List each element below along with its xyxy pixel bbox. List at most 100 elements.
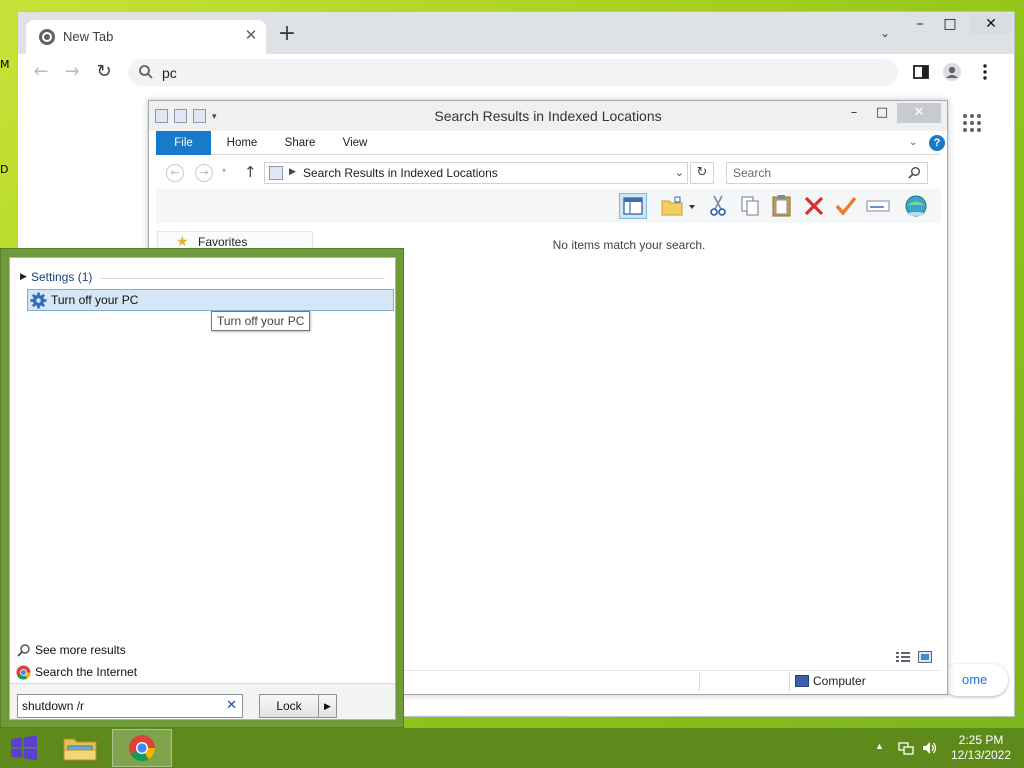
- ribbon-tab-view[interactable]: View: [332, 131, 378, 155]
- expand-arrow-icon: ▶: [20, 271, 27, 281]
- explorer-search-input[interactable]: [733, 165, 903, 181]
- recent-locations-icon[interactable]: ▾: [222, 166, 226, 175]
- customize-chrome-label: ome: [962, 672, 988, 687]
- flyout-footer: ✕ Lock ▶: [10, 683, 395, 719]
- network-button[interactable]: [902, 193, 930, 219]
- start-button[interactable]: [0, 728, 48, 768]
- globe-icon: [905, 195, 927, 217]
- empty-results-message: No items match your search.: [552, 238, 706, 252]
- search-icon: [17, 644, 30, 657]
- address-row: ← → ▾ ↑ ▶ Search Results in Indexed Loca…: [156, 159, 941, 187]
- chrome-toolbar: ← → ↻: [18, 54, 1014, 90]
- power-split-button[interactable]: Lock ▶: [259, 694, 337, 718]
- omnibox[interactable]: [128, 59, 898, 86]
- desktop-edge-fragment: M: [0, 58, 10, 71]
- explorer-maximize-button[interactable]: □: [869, 103, 895, 123]
- ribbon-expand-icon[interactable]: ⌄: [909, 137, 917, 148]
- customize-chrome-button[interactable]: ome: [942, 664, 1008, 696]
- paste-button[interactable]: [768, 193, 796, 219]
- clock-date: 12/13/2022: [950, 748, 1012, 762]
- ribbon-tab-home[interactable]: Home: [218, 131, 266, 155]
- explorer-minimize-button[interactable]: –: [841, 103, 867, 123]
- results-group-header[interactable]: ▶ Settings (1): [16, 270, 388, 286]
- properties-button[interactable]: [832, 193, 860, 219]
- network-icon[interactable]: [898, 740, 914, 756]
- taskbar-chrome[interactable]: [112, 729, 172, 767]
- explorer-forward-button[interactable]: →: [195, 164, 213, 182]
- apps-grid-icon[interactable]: [963, 114, 981, 132]
- explorer-close-button[interactable]: ✕: [897, 103, 941, 123]
- windows-logo-icon: [11, 735, 37, 760]
- desktop-edge-fragment: D: [0, 163, 9, 176]
- breadcrumb[interactable]: Search Results in Indexed Locations: [303, 166, 498, 180]
- ribbon-tab-file[interactable]: File: [156, 131, 211, 155]
- power-options-arrow-icon[interactable]: ▶: [318, 695, 336, 717]
- explorer-search-box[interactable]: [726, 162, 928, 184]
- search-icon[interactable]: [907, 166, 921, 180]
- rename-button[interactable]: [864, 193, 892, 219]
- copy-icon: [741, 196, 759, 216]
- clear-search-icon[interactable]: ✕: [226, 698, 237, 713]
- tray-overflow-icon[interactable]: ▲: [875, 741, 884, 751]
- tab-new-tab[interactable]: New Tab ✕: [26, 20, 266, 54]
- ribbon-tabs: File Home Share View ⌄ ?: [156, 131, 945, 155]
- details-view-icon[interactable]: [896, 651, 910, 663]
- new-folder-button[interactable]: [658, 193, 698, 219]
- copy-button[interactable]: [736, 193, 764, 219]
- profile-icon[interactable]: [942, 62, 962, 82]
- search-icon: [139, 65, 153, 79]
- chrome-icon: [16, 665, 31, 680]
- maximize-button[interactable]: □: [933, 14, 967, 34]
- explorer-title: Search Results in Indexed Locations: [434, 108, 662, 124]
- taskbar-file-explorer[interactable]: [50, 729, 110, 767]
- new-tab-button[interactable]: +: [276, 23, 298, 45]
- preview-pane-icon: [623, 197, 643, 215]
- new-folder-icon: [661, 196, 695, 216]
- properties-check-icon: [835, 196, 857, 216]
- forward-button[interactable]: →: [61, 61, 83, 83]
- preview-pane-button[interactable]: [619, 193, 647, 219]
- refresh-button[interactable]: ↻: [690, 162, 714, 184]
- chrome-icon: [129, 735, 156, 762]
- address-bar[interactable]: ▶ Search Results in Indexed Locations ⌄: [264, 162, 688, 184]
- clock-time: 2:25 PM: [958, 733, 1004, 747]
- start-search-input[interactable]: [22, 698, 218, 714]
- menu-kebab-icon[interactable]: [975, 62, 995, 82]
- tab-search-icon[interactable]: ⌄: [876, 26, 894, 44]
- status-divider: [789, 673, 790, 691]
- result-label: Turn off your PC: [51, 293, 139, 307]
- lock-button[interactable]: Lock: [260, 699, 318, 713]
- omnibox-input[interactable]: [162, 62, 862, 83]
- reload-button[interactable]: ↻: [93, 61, 115, 83]
- tab-close-icon[interactable]: ✕: [242, 27, 260, 45]
- breadcrumb-arrow-icon[interactable]: ▶: [289, 166, 296, 177]
- taskbar: ▲ 2:25 PM 12/13/2022: [0, 728, 1024, 768]
- result-tooltip: Turn off your PC: [211, 311, 311, 331]
- paste-icon: [772, 195, 791, 217]
- back-button[interactable]: ←: [30, 61, 52, 83]
- delete-icon: [804, 196, 824, 216]
- minimize-button[interactable]: –: [903, 14, 937, 34]
- chrome-titlebar: New Tab ✕ + ⌄ – □ ✕: [18, 12, 1014, 54]
- chrome-logo-icon: [39, 29, 55, 45]
- up-button[interactable]: ↑: [244, 163, 257, 181]
- start-search-box[interactable]: ✕: [17, 694, 243, 718]
- explorer-back-button[interactable]: ←: [166, 164, 184, 182]
- computer-icon: [795, 675, 809, 687]
- delete-button[interactable]: [800, 193, 828, 219]
- side-panel-icon[interactable]: [911, 62, 931, 82]
- search-results-panel: ▶ Settings (1) Turn off your PC Turn off…: [9, 257, 396, 720]
- status-location-label: Computer: [813, 674, 866, 688]
- ribbon-tab-share[interactable]: Share: [276, 131, 324, 155]
- volume-icon[interactable]: [921, 740, 937, 756]
- result-turn-off-pc[interactable]: Turn off your PC: [27, 289, 394, 311]
- large-icons-view-icon[interactable]: [918, 651, 932, 663]
- search-location-icon: [269, 166, 283, 180]
- command-bar: [156, 189, 941, 223]
- search-internet-label: Search the Internet: [35, 665, 138, 679]
- address-dropdown-icon[interactable]: ⌄: [675, 166, 684, 179]
- close-button[interactable]: ✕: [970, 14, 1012, 34]
- taskbar-clock[interactable]: 2:25 PM 12/13/2022: [944, 733, 1018, 763]
- help-icon[interactable]: ?: [929, 135, 945, 151]
- cut-button[interactable]: [704, 193, 732, 219]
